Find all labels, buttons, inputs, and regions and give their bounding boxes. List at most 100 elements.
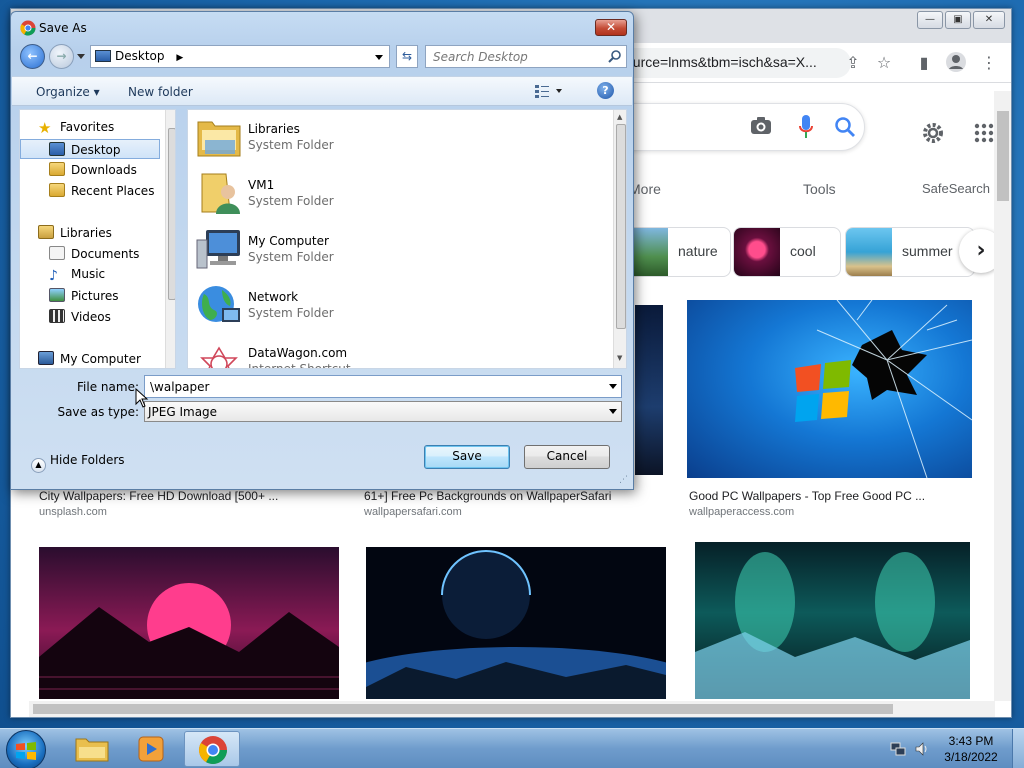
profile-icon[interactable] [944, 51, 968, 75]
breadcrumb-chevron-icon[interactable]: ▶ [176, 53, 183, 63]
maximize-button[interactable]: ▣ [945, 11, 971, 29]
file-item-datawagon[interactable]: DataWagon.com Internet Shortcut [196, 334, 596, 368]
nav-label: Downloads [71, 163, 137, 177]
scrollbar-thumb[interactable] [33, 704, 893, 714]
organize-menu[interactable]: Organize ▾ [36, 85, 100, 99]
file-item-libraries[interactable]: Libraries System Folder [196, 110, 596, 162]
forward-arrow-icon[interactable]: → [49, 44, 74, 69]
address-bar[interactable]: Desktop ▶ [90, 45, 390, 68]
dialog-search-input[interactable]: Search Desktop [425, 45, 627, 68]
nav-downloads[interactable]: Downloads [49, 160, 175, 180]
nav-music[interactable]: ♪ Music [49, 265, 175, 285]
nav-recent-places[interactable]: Recent Places [49, 181, 175, 201]
result-caption[interactable]: Good PC Wallpapers - Top Free Good PC ..… [689, 489, 925, 503]
view-options-icon[interactable] [534, 83, 564, 102]
file-name-value: \walpaper [150, 380, 210, 394]
file-item-network[interactable]: Network System Folder [196, 278, 596, 330]
system-clock[interactable]: 3:43 PM 3/18/2022 [934, 733, 1008, 765]
result-image-aurora[interactable] [695, 542, 970, 699]
save-type-dropdown-icon[interactable] [609, 409, 617, 414]
resize-grip-icon[interactable]: ⋰ [619, 475, 628, 485]
organize-label: Organize [36, 85, 90, 99]
search-icon[interactable] [834, 116, 856, 141]
vertical-scrollbar[interactable] [994, 91, 1011, 701]
side-panel-icon[interactable]: ▮ [912, 51, 936, 75]
file-item-vm1[interactable]: VM1 System Folder [196, 166, 596, 218]
nav-favorites[interactable]: ★ Favorites [38, 118, 175, 138]
file-name-dropdown-icon[interactable] [609, 384, 617, 389]
camera-search-icon[interactable] [750, 116, 772, 139]
settings-gear-icon[interactable] [921, 121, 945, 148]
nav-pictures[interactable]: Pictures [49, 286, 175, 306]
mic-icon[interactable] [798, 114, 814, 143]
bookmark-star-icon[interactable]: ☆ [872, 51, 896, 75]
user-folder-icon [196, 172, 242, 214]
share-icon[interactable]: ⇪ [841, 51, 865, 75]
network-tray-icon[interactable] [890, 741, 906, 760]
dialog-close-button[interactable]: ✕ [595, 19, 627, 36]
nav-libraries[interactable]: Libraries [38, 223, 175, 243]
nav-videos[interactable]: Videos [49, 307, 175, 327]
nav-my-computer[interactable]: My Computer [38, 349, 175, 368]
nav-desktop[interactable]: Desktop [20, 139, 160, 159]
scroll-down-icon[interactable]: ▼ [617, 354, 622, 362]
address-dropdown-icon[interactable] [375, 55, 383, 60]
chip-thumbnail [846, 228, 892, 276]
save-type-value: JPEG Image [148, 405, 218, 419]
taskbar-explorer[interactable] [64, 731, 120, 767]
result-source: wallpapersafari.com [364, 506, 462, 518]
desktop-icon [95, 50, 111, 62]
help-icon[interactable]: ? [597, 82, 614, 99]
close-browser-button[interactable]: ✕ [973, 11, 1005, 29]
cancel-button[interactable]: Cancel [524, 445, 610, 469]
hide-folders-toggle[interactable]: ▲ Hide Folders [31, 453, 125, 473]
chip-nature[interactable]: nature [621, 227, 731, 277]
horizontal-scrollbar[interactable] [29, 701, 995, 717]
nav-label: Pictures [71, 289, 119, 303]
nav-documents[interactable]: Documents [49, 244, 175, 264]
result-image-planet[interactable] [366, 547, 666, 699]
safesearch-link[interactable]: SafeSearch o [922, 181, 1001, 196]
new-folder-button[interactable]: New folder [128, 85, 193, 99]
volume-tray-icon[interactable] [914, 741, 930, 760]
taskbar-chrome[interactable] [184, 731, 240, 767]
back-arrow-icon[interactable]: ← [20, 44, 45, 69]
documents-icon [49, 246, 65, 260]
search-icon[interactable] [608, 49, 622, 66]
show-desktop-button[interactable] [1012, 729, 1024, 768]
start-button[interactable] [6, 730, 46, 768]
result-caption[interactable]: City Wallpapers: Free HD Download [500+ … [39, 489, 278, 503]
omnibox[interactable]: ource=lnms&tbm=isch&sa=X... [611, 48, 851, 78]
minimize-button[interactable]: — [917, 11, 943, 29]
chip-summer[interactable]: summer [845, 227, 975, 277]
result-image[interactable] [635, 305, 663, 475]
taskbar: 3:43 PM 3/18/2022 [0, 728, 1024, 768]
apps-grid-icon[interactable] [974, 123, 994, 146]
scrollbar-thumb[interactable] [616, 124, 626, 329]
tab-tools[interactable]: Tools [803, 181, 836, 197]
pictures-icon [49, 288, 65, 302]
refresh-icon[interactable]: ⇆ [396, 45, 418, 68]
history-dropdown-icon[interactable] [77, 54, 85, 59]
taskbar-media-player[interactable] [124, 731, 180, 767]
address-text: Desktop [115, 49, 165, 63]
result-caption[interactable]: 61+] Free Pc Backgrounds on WallpaperSaf… [364, 489, 611, 503]
file-list-scrollbar[interactable]: ▲ ▼ [613, 110, 626, 368]
file-name-input[interactable]: \walpaper [144, 375, 622, 398]
file-item-my-computer[interactable]: My Computer System Folder [196, 222, 596, 274]
scrollbar-thumb[interactable] [997, 111, 1009, 201]
result-image-windows[interactable] [687, 300, 972, 478]
chrome-logo-icon [20, 20, 36, 39]
hide-folders-label: Hide Folders [50, 453, 125, 467]
nav-scrollbar[interactable] [165, 110, 175, 368]
save-button[interactable]: Save [424, 445, 510, 469]
internet-shortcut-icon [196, 340, 242, 368]
menu-kebab-icon[interactable]: ⋮ [977, 51, 1001, 75]
chip-cool[interactable]: cool [733, 227, 841, 277]
result-image-sunset[interactable] [39, 547, 339, 699]
file-name: DataWagon.com [248, 346, 348, 360]
save-type-select[interactable]: JPEG Image [144, 401, 622, 422]
nav-label: Libraries [60, 226, 112, 240]
scroll-up-icon[interactable]: ▲ [617, 113, 622, 121]
scrollbar-thumb[interactable] [168, 128, 175, 300]
